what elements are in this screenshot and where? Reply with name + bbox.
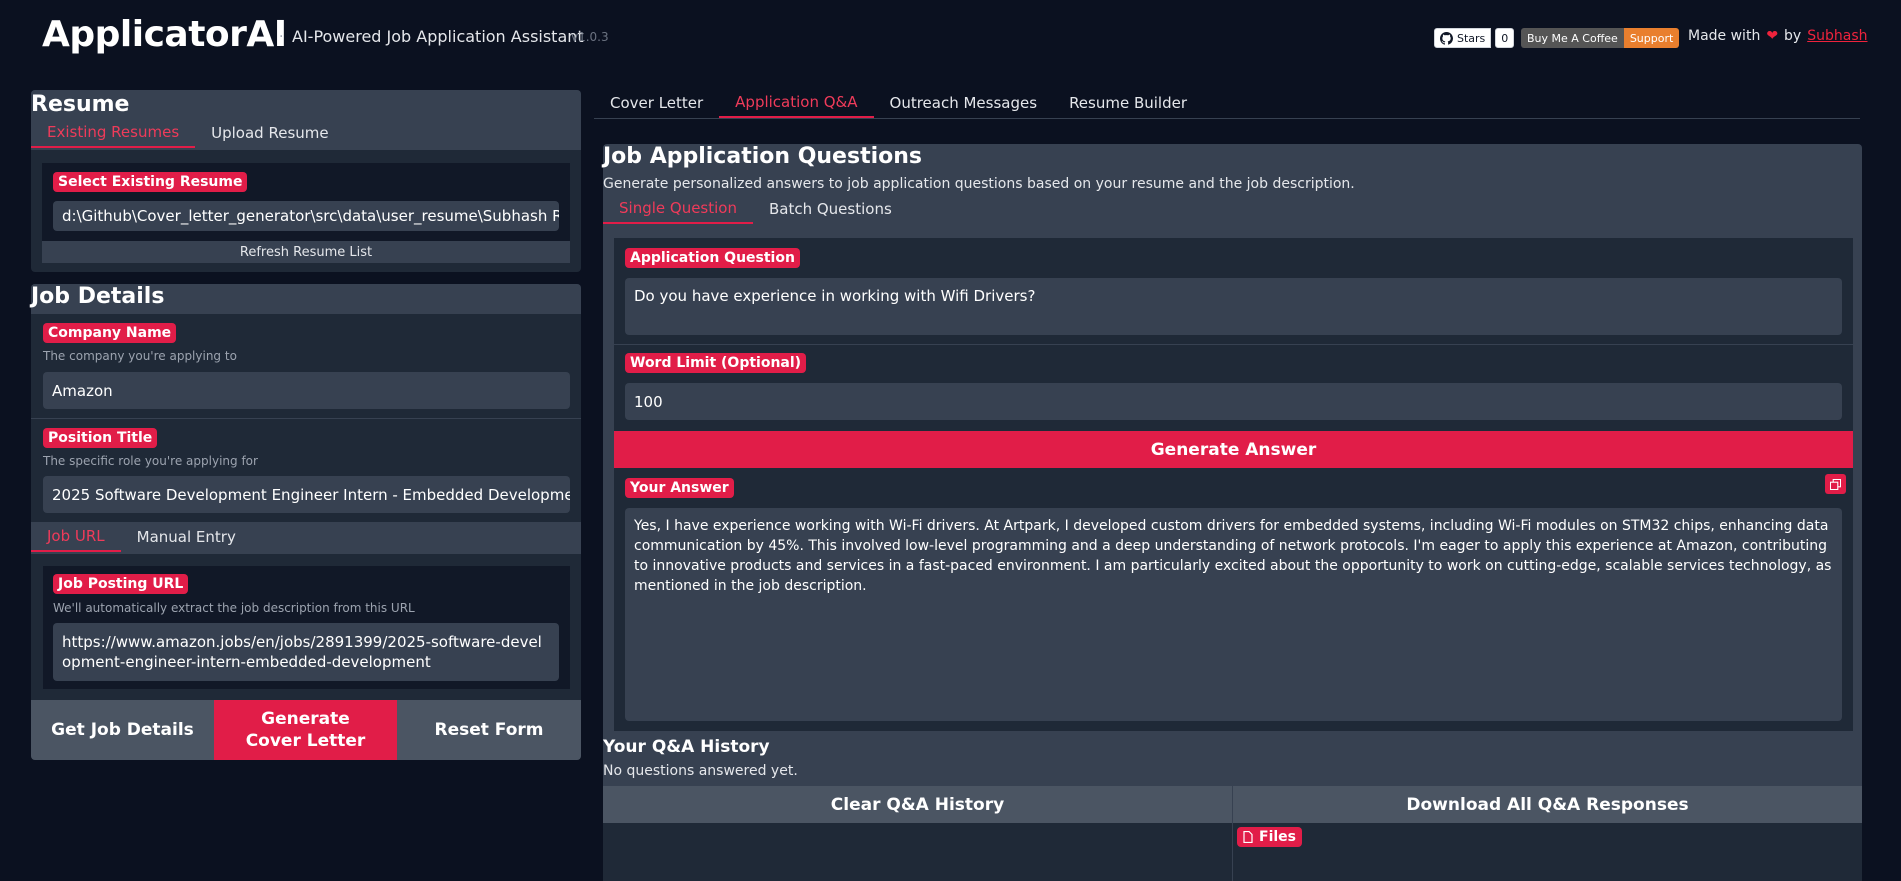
qa-panel: Job Application Questions Generate perso… (603, 144, 1862, 881)
main-tabs-underline (594, 118, 1860, 119)
files-area (1233, 823, 1862, 881)
job-details-title: Job Details (31, 284, 165, 309)
answer-text: Yes, I have experience working with Wi-F… (634, 518, 1832, 594)
company-name-input[interactable]: Amazon (43, 372, 570, 409)
application-question-text: Do you have experience in working with W… (634, 287, 1036, 305)
github-stars-label: Stars (1457, 31, 1486, 45)
resume-tabs: Existing Resumes Upload Resume (31, 118, 345, 148)
files-label-text: Files (1259, 829, 1296, 845)
job-posting-url-label: Job Posting URL (53, 574, 189, 594)
job-posting-url-input[interactable]: https://www.amazon.jobs/en/jobs/2891399/… (53, 623, 559, 681)
copy-glyph (1830, 478, 1841, 490)
heart-icon: ❤ (1766, 28, 1779, 44)
divider (614, 344, 1853, 345)
application-question-input[interactable]: Do you have experience in working with W… (625, 278, 1842, 335)
tab-job-url[interactable]: Job URL (31, 522, 121, 552)
position-title-input[interactable]: 2025 Software Development Engineer Inter… (43, 476, 570, 513)
download-qa-responses-button[interactable]: Download All Q&A Responses (1233, 786, 1862, 823)
coffee-label: Buy Me A Coffee (1521, 28, 1624, 48)
buy-me-a-coffee-badge[interactable]: Buy Me A Coffee Support (1521, 28, 1680, 48)
github-stars-count[interactable]: 0 (1495, 28, 1515, 48)
history-left-area (603, 823, 1232, 881)
by-text: by (1784, 28, 1802, 44)
made-with-credit: Made with ❤ by Subhash (1688, 28, 1867, 44)
support-label: Support (1623, 28, 1680, 48)
main-tabs: Cover Letter Application Q&A Outreach Me… (594, 88, 1203, 118)
github-icon (1440, 31, 1453, 45)
tab-cover-letter[interactable]: Cover Letter (594, 88, 719, 118)
position-title-label: Position Title (43, 428, 158, 448)
generate-cover-letter-button[interactable]: Generate Cover Letter (214, 700, 397, 760)
tab-application-qa[interactable]: Application Q&A (719, 88, 874, 118)
tab-upload-resume[interactable]: Upload Resume (195, 118, 344, 148)
company-name-label: Company Name (43, 323, 177, 343)
resume-title: Resume (31, 92, 130, 117)
resume-select-dropdown[interactable]: d:\Github\Cover_letter_generator\src\dat… (53, 201, 559, 231)
resume-panel: Resume Existing Resumes Upload Resume Se… (31, 90, 581, 272)
qa-title: Job Application Questions (603, 144, 922, 169)
clear-qa-history-button[interactable]: Clear Q&A History (603, 786, 1232, 823)
answer-output[interactable]: Yes, I have experience working with Wi-F… (625, 508, 1842, 721)
made-with-text: Made with (1688, 28, 1761, 44)
your-answer-label: Your Answer (625, 478, 734, 498)
generate-answer-button[interactable]: Generate Answer (614, 431, 1853, 468)
github-stars-badge[interactable]: Stars 0 (1434, 28, 1515, 48)
title-separator: · (279, 29, 284, 45)
divider (31, 418, 581, 419)
tab-resume-builder[interactable]: Resume Builder (1053, 88, 1203, 118)
files-label: Files (1237, 827, 1302, 847)
refresh-resume-button[interactable]: Refresh Resume List (42, 241, 570, 263)
tab-single-question[interactable]: Single Question (603, 194, 753, 224)
word-limit-input[interactable]: 100 (625, 383, 1842, 420)
author-link[interactable]: Subhash (1807, 28, 1867, 44)
job-input-tabs: Job URL Manual Entry (31, 522, 252, 552)
application-question-label: Application Question (625, 248, 800, 268)
reset-form-button[interactable]: Reset Form (397, 700, 581, 760)
app-version: v1.0.3 (571, 30, 609, 44)
qa-history-empty: No questions answered yet. (603, 763, 798, 779)
tab-existing-resumes[interactable]: Existing Resumes (31, 118, 196, 148)
job-details-panel: Job Details Company Name The company you… (31, 284, 581, 760)
copy-icon[interactable] (1825, 474, 1846, 494)
tab-batch-questions[interactable]: Batch Questions (753, 194, 908, 224)
github-stars-button[interactable]: Stars (1434, 28, 1492, 48)
app-subtitle: AI-Powered Job Application Assistant (292, 27, 584, 46)
word-limit-label: Word Limit (Optional) (625, 353, 807, 373)
qa-sub-tabs: Single Question Batch Questions (603, 194, 908, 224)
get-job-details-button[interactable]: Get Job Details (31, 700, 214, 760)
tab-outreach-messages[interactable]: Outreach Messages (874, 88, 1054, 118)
tab-manual-entry[interactable]: Manual Entry (121, 522, 252, 552)
qa-description: Generate personalized answers to job app… (603, 176, 1355, 192)
company-name-hint: The company you're applying to (43, 349, 237, 363)
job-posting-url-hint: We'll automatically extract the job desc… (53, 601, 415, 615)
position-title-hint: The specific role you're applying for (43, 454, 258, 468)
select-resume-label: Select Existing Resume (53, 172, 248, 192)
app-title: ApplicatorAI (42, 14, 287, 55)
file-icon (1243, 831, 1253, 843)
qa-history-title: Your Q&A History (603, 737, 770, 757)
